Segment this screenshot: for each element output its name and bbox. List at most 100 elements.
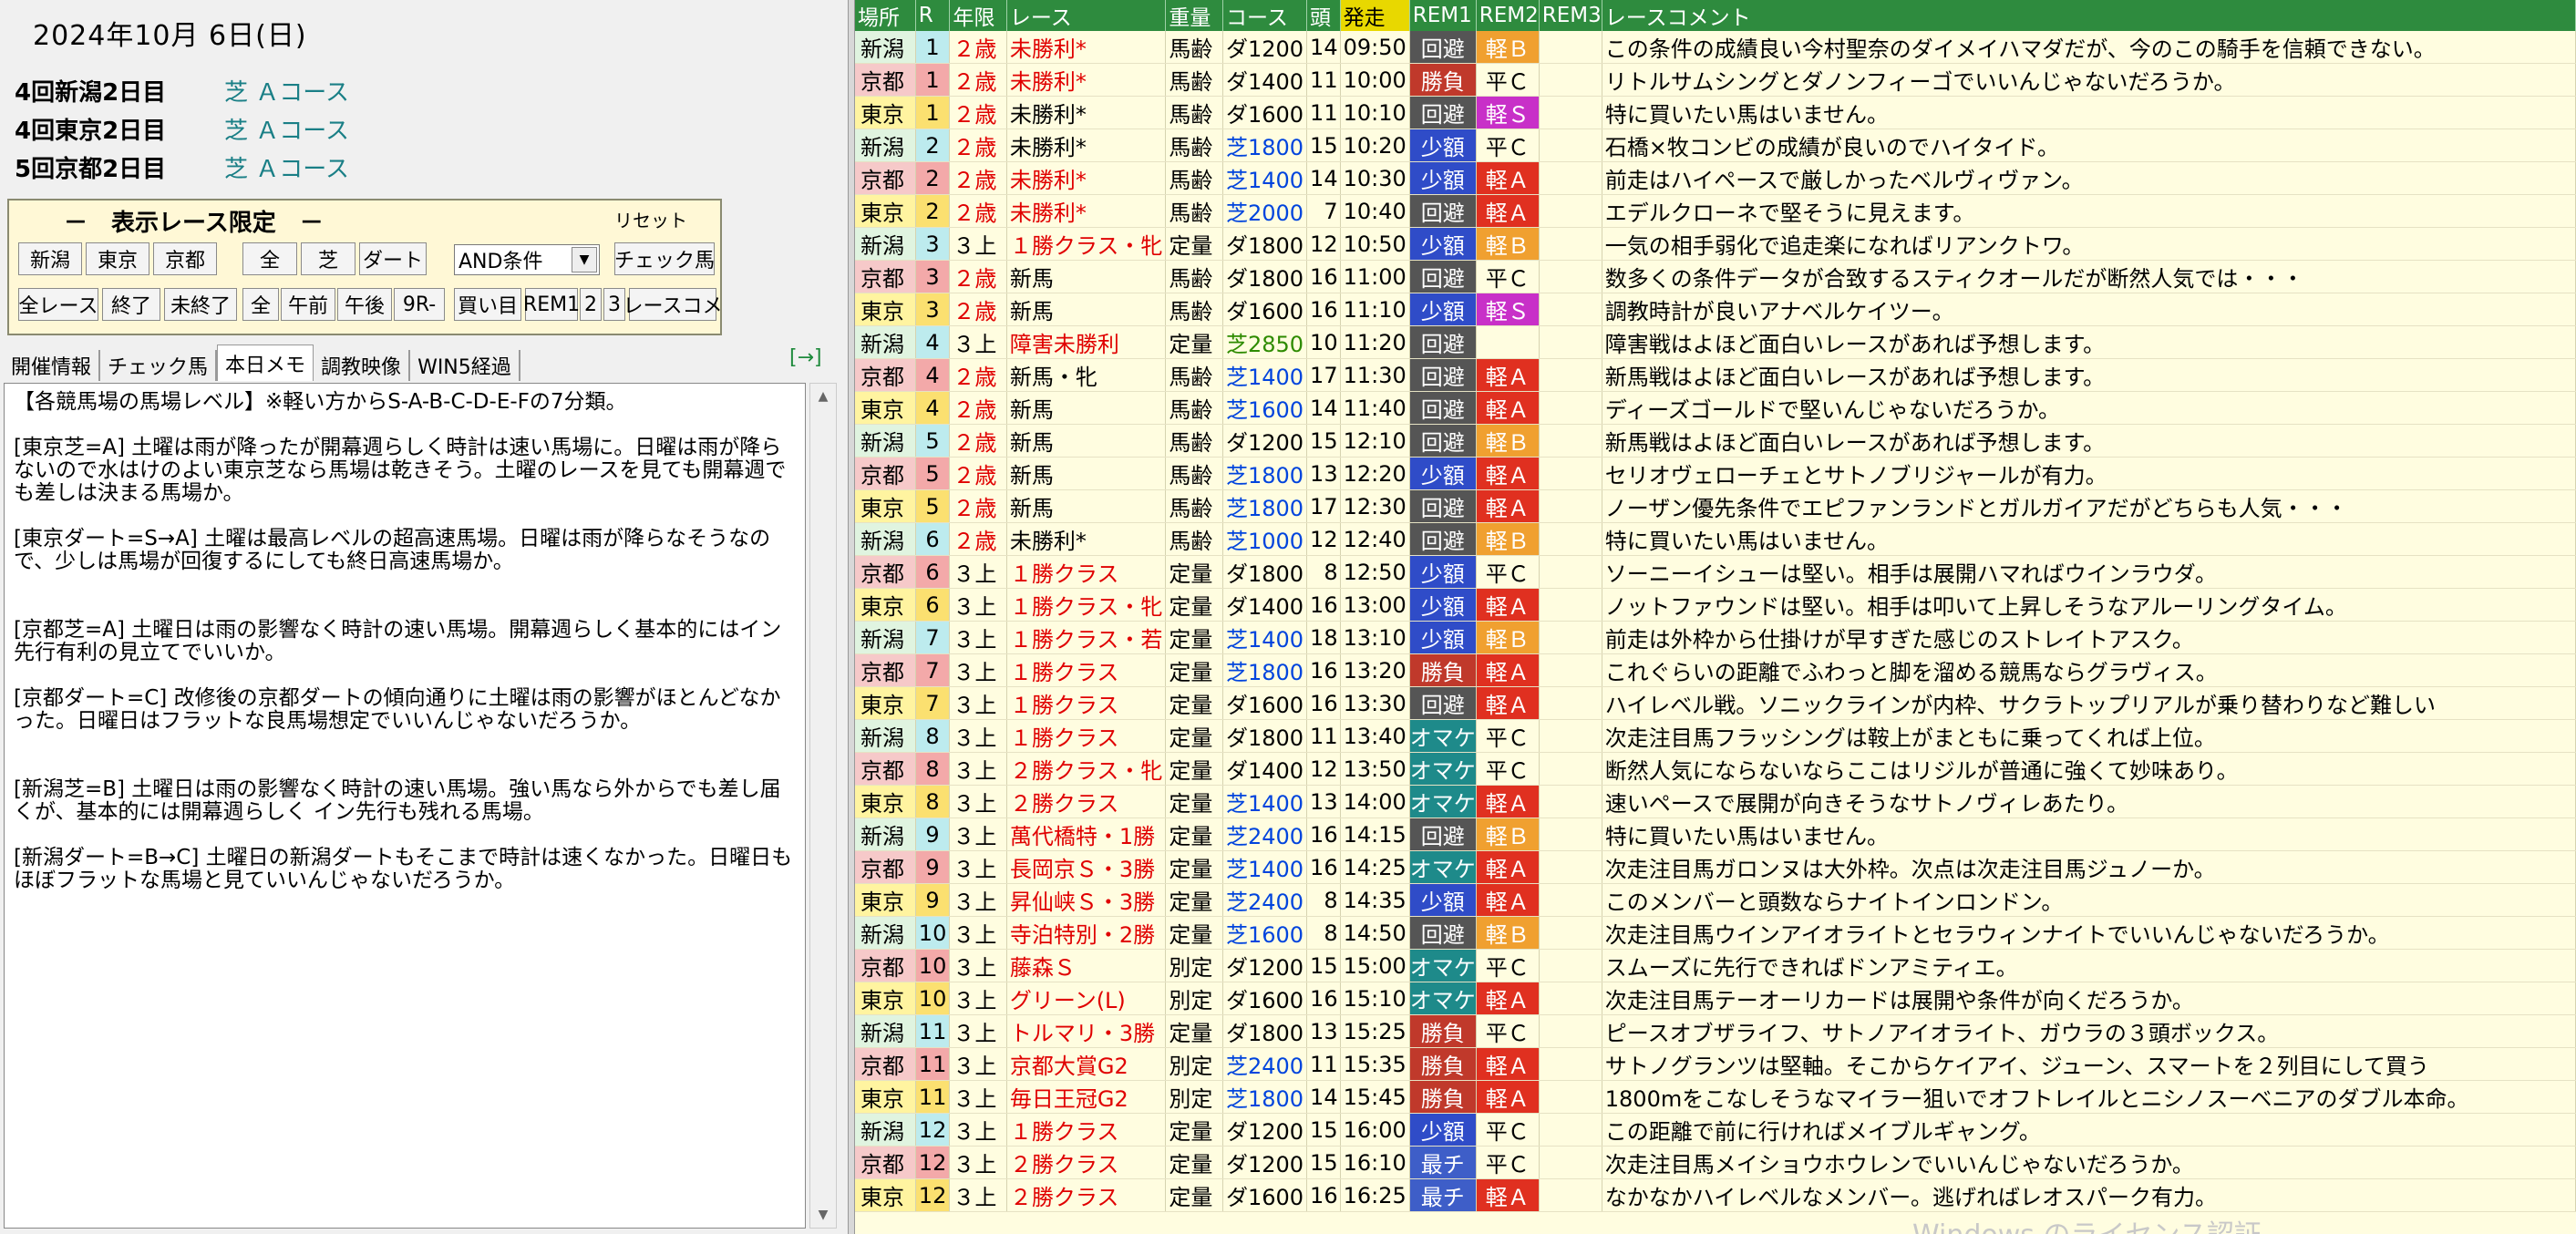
cell-race-name[interactable]: ２勝クラス: [1006, 785, 1167, 818]
cell-rem2[interactable]: 平Ｃ: [1476, 555, 1540, 589]
cell-course[interactable]: ダ1400: [1222, 588, 1308, 622]
cell-age[interactable]: ３上: [949, 949, 1007, 982]
cell-venue[interactable]: 東京: [855, 883, 916, 917]
table-row[interactable]: 東京 7 ３上 １勝クラス 定量 ダ1600 16 13:30 回避 軽Ａ ハイレベル戦。ソニックラ…: [855, 686, 2576, 720]
cell-comment[interactable]: 一気の相手弱化で追走楽になればリアンクトワ。: [1602, 227, 2576, 261]
cell-runners[interactable]: 13: [1306, 785, 1341, 818]
cell-runners[interactable]: 16: [1306, 588, 1341, 622]
cell-race-num[interactable]: 3: [915, 293, 951, 326]
cell-course[interactable]: 芝1600: [1222, 916, 1308, 950]
cell-course[interactable]: 芝1800: [1222, 1080, 1308, 1114]
cell-race-num[interactable]: 7: [915, 653, 951, 687]
cell-rem3[interactable]: [1539, 358, 1602, 392]
cell-start-time[interactable]: 15:35: [1340, 1047, 1410, 1081]
cell-start-time[interactable]: 12:40: [1340, 522, 1410, 556]
table-row[interactable]: 新潟 10 ３上 寺泊特別・2勝 定量 芝1600 8 14:50 回避 軽Ｂ 次走注目馬ウインアイ…: [855, 916, 2576, 950]
cell-course[interactable]: ダ1400: [1222, 752, 1308, 786]
table-row[interactable]: 京都 5 ２歳 新馬 馬齢 芝1800 13 12:20 少額 軽Ａ セリオヴェローチェとサトノブリ…: [855, 457, 2576, 490]
filter-dirt-button[interactable]: ダート: [359, 242, 427, 275]
cell-course[interactable]: 芝1400: [1222, 785, 1308, 818]
cell-comment[interactable]: このメンバーと頭数ならナイトインロンドン。: [1602, 883, 2576, 917]
cell-weight[interactable]: 別定: [1165, 949, 1223, 982]
expand-arrow-button[interactable]: [→]: [789, 346, 822, 369]
filter-all-races-button[interactable]: 全レース: [18, 288, 98, 321]
col-header-course[interactable]: コース: [1222, 0, 1308, 31]
cell-race-name[interactable]: １勝クラス: [1006, 686, 1167, 720]
cell-race-num[interactable]: 3: [915, 227, 951, 261]
cell-runners[interactable]: 8: [1306, 916, 1341, 950]
cell-rem1[interactable]: 勝負: [1409, 1014, 1477, 1048]
cell-race-num[interactable]: 10: [915, 949, 951, 982]
cell-rem3[interactable]: [1539, 621, 1602, 654]
table-row[interactable]: 京都 12 ３上 ２勝クラス 定量 ダ1200 15 16:10 最チ 平Ｃ 次走注目馬メイショウホ…: [855, 1146, 2576, 1179]
cell-rem3[interactable]: [1539, 457, 1602, 490]
cell-venue[interactable]: 京都: [855, 63, 916, 97]
cell-weight[interactable]: 定量: [1165, 916, 1223, 950]
cell-rem3[interactable]: [1539, 850, 1602, 884]
cell-course[interactable]: 芝1000: [1222, 522, 1308, 556]
cell-start-time[interactable]: 13:20: [1340, 653, 1410, 687]
cell-age[interactable]: ２歳: [949, 96, 1007, 129]
cell-age[interactable]: ２歳: [949, 129, 1007, 162]
table-row[interactable]: 新潟 2 ２歳 未勝利* 馬齢 芝1800 15 10:20 少額 平Ｃ 石橋×牧コンビの成績が良い…: [855, 129, 2576, 162]
cell-rem2[interactable]: 平Ｃ: [1476, 63, 1540, 97]
cell-rem1[interactable]: 少額: [1409, 555, 1477, 589]
cell-comment[interactable]: 前走はハイペースで厳しかったベルヴィヴァン。: [1602, 161, 2576, 195]
cell-course[interactable]: 芝2400: [1222, 818, 1308, 851]
cell-race-num[interactable]: 5: [915, 489, 951, 523]
cell-course[interactable]: ダ1800: [1222, 260, 1308, 293]
cell-venue[interactable]: 京都: [855, 161, 916, 195]
cell-age[interactable]: ３上: [949, 883, 1007, 917]
cell-rem1[interactable]: 勝負: [1409, 1047, 1477, 1081]
cell-rem2[interactable]: 軽Ａ: [1476, 653, 1540, 687]
cell-venue[interactable]: 京都: [855, 653, 916, 687]
cell-comment[interactable]: 速いペースで展開が向きそうなサトノヴィレあたり。: [1602, 785, 2576, 818]
cell-runners[interactable]: 11: [1306, 1047, 1341, 1081]
cell-age[interactable]: ３上: [949, 686, 1007, 720]
cell-runners[interactable]: 8: [1306, 555, 1341, 589]
cell-weight[interactable]: 定量: [1165, 588, 1223, 622]
cell-race-name[interactable]: 未勝利*: [1006, 129, 1167, 162]
cell-race-name[interactable]: ２勝クラス: [1006, 1178, 1167, 1212]
col-header-weight[interactable]: 重量: [1165, 0, 1223, 31]
cell-start-time[interactable]: 15:10: [1340, 982, 1410, 1015]
table-row[interactable]: 新潟 9 ３上 萬代橋特・1勝 定量 芝2400 16 14:15 回避 軽Ｂ 特に買いたい馬はいま…: [855, 818, 2576, 851]
cell-race-name[interactable]: グリーン(L): [1006, 982, 1167, 1015]
cell-rem2[interactable]: 軽Ａ: [1476, 1047, 1540, 1081]
cell-comment[interactable]: 次走注目馬ウインアイオライトとセラウィンナイトでいいんじゃないだろうか。: [1602, 916, 2576, 950]
cell-rem2[interactable]: 軽Ａ: [1476, 358, 1540, 392]
cell-rem1[interactable]: 回避: [1409, 424, 1477, 458]
cell-rem3[interactable]: [1539, 293, 1602, 326]
cell-start-time[interactable]: 11:10: [1340, 293, 1410, 326]
cell-runners[interactable]: 15: [1306, 1113, 1341, 1147]
cell-runners[interactable]: 14: [1306, 161, 1341, 195]
cell-comment[interactable]: 特に買いたい馬はいません。: [1602, 96, 2576, 129]
cell-start-time[interactable]: 14:15: [1340, 818, 1410, 851]
cell-rem3[interactable]: [1539, 949, 1602, 982]
tab-training-video[interactable]: 調教映像: [314, 350, 411, 381]
cell-race-name[interactable]: 新馬: [1006, 489, 1167, 523]
cell-runners[interactable]: 14: [1306, 391, 1341, 425]
cell-start-time[interactable]: 12:20: [1340, 457, 1410, 490]
cell-start-time[interactable]: 16:10: [1340, 1146, 1410, 1179]
cell-rem1[interactable]: 少額: [1409, 883, 1477, 917]
cell-race-num[interactable]: 1: [915, 31, 951, 64]
cell-rem2[interactable]: 平Ｃ: [1476, 1113, 1540, 1147]
cell-weight[interactable]: 定量: [1165, 555, 1223, 589]
cell-rem2[interactable]: 軽Ａ: [1476, 1080, 1540, 1114]
cell-start-time[interactable]: 14:35: [1340, 883, 1410, 917]
filter-turf-button[interactable]: 芝: [301, 242, 355, 275]
cell-comment[interactable]: 新馬戦はよほど面白いレースがあれば予想します。: [1602, 424, 2576, 458]
cell-venue[interactable]: 東京: [855, 194, 916, 228]
cell-venue[interactable]: 東京: [855, 982, 916, 1015]
cell-race-num[interactable]: 12: [915, 1113, 951, 1147]
cell-rem3[interactable]: [1539, 818, 1602, 851]
cell-rem2[interactable]: 軽Ｓ: [1476, 96, 1540, 129]
table-row[interactable]: 東京 8 ３上 ２勝クラス 定量 芝1400 13 14:00 オマケ 軽Ａ 速いペースで展開が向き…: [855, 785, 2576, 818]
cell-age[interactable]: ３上: [949, 785, 1007, 818]
cell-rem1[interactable]: オマケ: [1409, 949, 1477, 982]
cell-rem1[interactable]: 少額: [1409, 621, 1477, 654]
cell-runners[interactable]: 16: [1306, 1178, 1341, 1212]
cell-course[interactable]: 芝2400: [1222, 883, 1308, 917]
cell-venue[interactable]: 京都: [855, 260, 916, 293]
